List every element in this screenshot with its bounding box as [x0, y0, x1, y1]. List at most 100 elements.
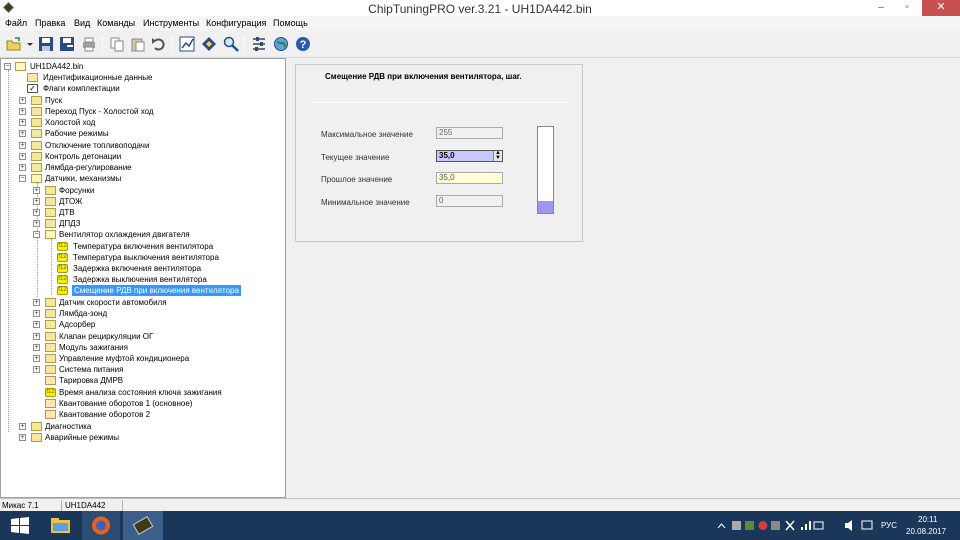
menu-tools[interactable]: Инструменты	[143, 18, 199, 28]
max-value-field: 255	[436, 127, 503, 139]
menu-view[interactable]: Вид	[74, 18, 90, 28]
expand-icon[interactable]: +	[19, 142, 26, 149]
expand-icon[interactable]: +	[33, 299, 40, 306]
tray-arrow-icon[interactable]	[716, 511, 727, 540]
menu-help[interactable]: Помощь	[273, 18, 308, 28]
open-icon[interactable]	[6, 36, 22, 52]
current-value-field[interactable]: 35,0 ▲ ▼	[436, 150, 503, 162]
menu-bar: Файл Правка Вид Команды Инструменты Конф…	[0, 16, 960, 31]
paste-icon[interactable]	[130, 36, 146, 52]
collapse-icon[interactable]: −	[19, 175, 26, 182]
clock-date[interactable]: 20.08.2017	[906, 527, 946, 536]
folder-icon	[31, 422, 42, 431]
status-file: UH1DA442	[63, 500, 123, 511]
expand-icon[interactable]: +	[33, 344, 40, 351]
expand-icon[interactable]: +	[33, 187, 40, 194]
value-gauge	[537, 126, 554, 214]
file-explorer-icon[interactable]	[42, 511, 79, 540]
param-icon: f12	[57, 242, 68, 251]
expand-icon[interactable]: +	[33, 355, 40, 362]
expand-icon[interactable]: +	[33, 220, 40, 227]
divider	[312, 102, 568, 103]
folder-icon	[31, 152, 42, 161]
expand-icon[interactable]: +	[19, 423, 26, 430]
folder-icon	[45, 332, 56, 341]
collapse-icon[interactable]: −	[4, 63, 11, 70]
expand-icon[interactable]: +	[19, 434, 26, 441]
max-label: Максимальное значение	[321, 130, 413, 139]
chiptuning-taskbar-icon[interactable]	[123, 511, 163, 540]
current-label: Текущее значение	[321, 153, 390, 162]
menu-config[interactable]: Конфигурация	[206, 18, 266, 28]
window-title: ChipTuningPRO ver.3.21 - UH1DA442.bin	[368, 2, 592, 16]
min-value-field: 0	[436, 195, 503, 207]
clock-time[interactable]: 20:11	[918, 515, 937, 524]
collapse-icon[interactable]: −	[33, 231, 40, 238]
folder-open-icon	[31, 174, 42, 183]
start-windows-icon[interactable]	[0, 511, 40, 540]
parameter-tree[interactable]: − UH1DA442.bin Идентификационные данные …	[0, 58, 286, 498]
volume-icon[interactable]	[844, 511, 856, 540]
expand-icon[interactable]: +	[33, 366, 40, 373]
copy-icon[interactable]	[109, 36, 125, 52]
folder-icon	[45, 298, 56, 307]
menu-edit[interactable]: Правка	[35, 18, 65, 28]
parameter-pane: Смещение РДВ при включения вентилятора, …	[290, 58, 960, 498]
id-data-icon	[27, 73, 38, 82]
folder-open-icon	[45, 230, 56, 239]
tools-icon[interactable]	[251, 36, 267, 52]
close-button[interactable]: ✕	[922, 0, 960, 16]
folder-icon	[45, 320, 56, 329]
spinner-icon[interactable]: ▲ ▼	[493, 150, 502, 161]
current-value-text: 35,0	[439, 151, 455, 160]
expand-icon[interactable]: +	[19, 153, 26, 160]
expand-icon[interactable]: +	[33, 321, 40, 328]
globe-icon[interactable]	[273, 36, 289, 52]
menu-file[interactable]: Файл	[5, 18, 27, 28]
expand-icon[interactable]: +	[33, 209, 40, 216]
folder-icon	[45, 365, 56, 374]
chart-icon[interactable]	[179, 36, 195, 52]
expand-icon[interactable]: +	[33, 333, 40, 340]
checkbox-icon: ✓	[27, 84, 38, 93]
firefox-icon[interactable]	[82, 511, 120, 540]
param-icon: f12	[45, 388, 56, 397]
past-value-field: 35,0	[436, 172, 503, 184]
expand-icon[interactable]: +	[19, 130, 26, 137]
min-label: Минимальное значение	[321, 198, 410, 207]
save-icon[interactable]	[38, 36, 54, 52]
table-icon	[45, 399, 56, 408]
folder-icon	[31, 163, 42, 172]
folder-icon	[45, 197, 56, 206]
help-icon[interactable]: ?	[295, 36, 311, 52]
expand-icon[interactable]: +	[33, 310, 40, 317]
expand-icon[interactable]: +	[19, 164, 26, 171]
expand-icon[interactable]: +	[19, 108, 26, 115]
expand-icon[interactable]: +	[19, 97, 26, 104]
maximize-button[interactable]: ▫	[894, 0, 920, 16]
diamond-icon[interactable]	[201, 36, 217, 52]
language-indicator[interactable]: РУС	[881, 521, 897, 530]
print-icon[interactable]	[81, 36, 97, 52]
gauge-fill	[538, 201, 553, 213]
menu-commands[interactable]: Команды	[97, 18, 135, 28]
notification-icon[interactable]	[861, 511, 873, 540]
save-as-icon[interactable]	[59, 36, 75, 52]
folder-icon	[31, 107, 42, 116]
expand-icon[interactable]: +	[19, 119, 26, 126]
toolbar-separator	[244, 35, 245, 54]
folder-icon	[45, 208, 56, 217]
folder-icon	[45, 354, 56, 363]
folder-icon	[45, 219, 56, 228]
parameter-title: Смещение РДВ при включения вентилятора, …	[325, 72, 522, 81]
dropdown-arrow-icon[interactable]	[26, 36, 34, 52]
undo-icon[interactable]	[151, 36, 167, 52]
expand-icon[interactable]: +	[33, 198, 40, 205]
search-icon[interactable]	[223, 36, 239, 52]
table-icon	[45, 410, 56, 419]
folder-icon	[31, 118, 42, 127]
tree-guide	[8, 70, 9, 432]
tray-icons[interactable]	[731, 511, 831, 540]
folder-icon	[31, 96, 42, 105]
minimize-button[interactable]: –	[868, 0, 894, 16]
